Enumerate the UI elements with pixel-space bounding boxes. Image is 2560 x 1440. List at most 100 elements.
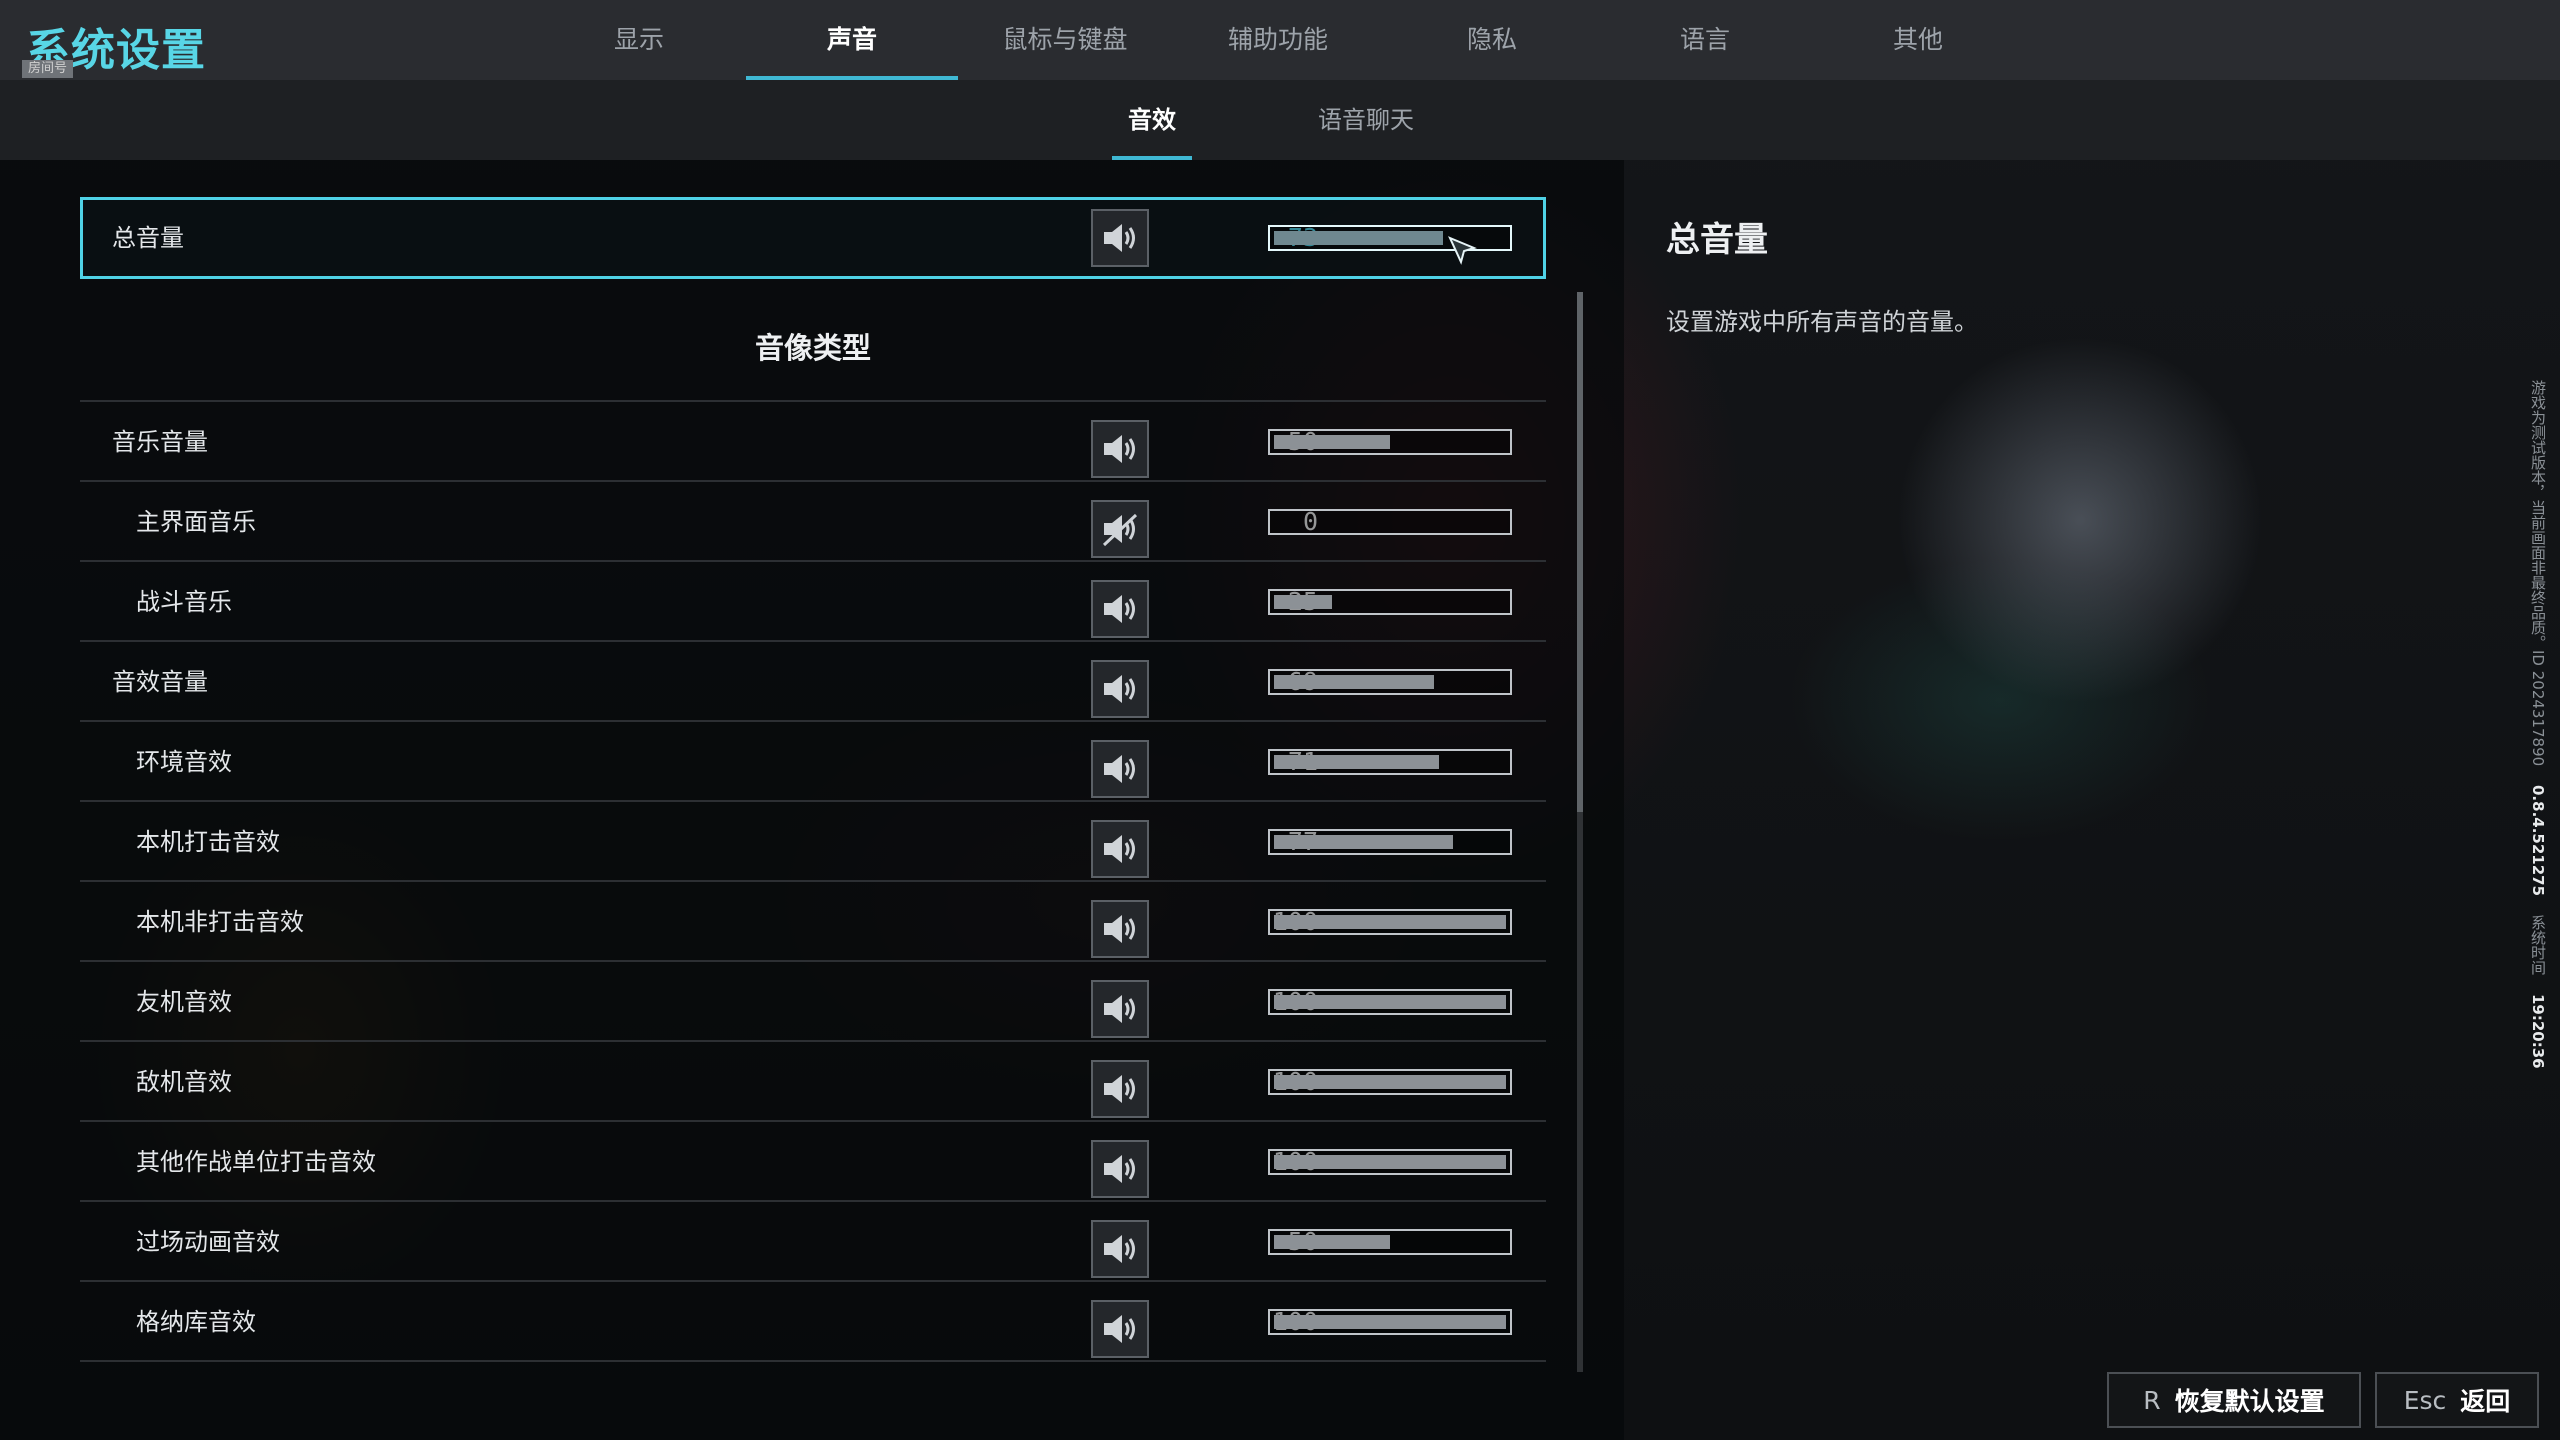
row-label: 音效音量 [112,668,208,696]
subtab-voice-chat[interactable]: 语音聊天 [1316,80,1416,160]
volume-slider[interactable] [1268,989,1512,1015]
row-label: 友机音效 [136,988,232,1016]
mute-toggle-button[interactable] [1091,1060,1149,1118]
scrollbar[interactable] [1577,292,1583,1372]
tab-language[interactable]: 语言 [1599,0,1811,80]
build-info: 游戏为测试版本，当前画面非最终品质。ID 2024317890 0.8.4.52… [2528,380,2548,1082]
tab-mouse-keyboard[interactable]: 鼠标与键盘 [959,0,1171,80]
row-label: 环境音效 [136,748,232,776]
slider-fill [1274,1075,1506,1089]
build-notice: 游戏为测试版本，当前画面非最终品质。ID 2024317890 [2529,380,2547,767]
volume-row[interactable]: 过场动画音效50 [80,1202,1546,1282]
speaker-icon [1104,915,1135,943]
slider-fill [1274,995,1506,1009]
speaker-icon [1104,675,1135,703]
volume-slider[interactable] [1268,749,1512,775]
button-label: 返回 [2460,1387,2511,1416]
speaker-icon [1104,1155,1135,1183]
mute-toggle-button[interactable] [1091,820,1149,878]
mute-toggle-button[interactable] [1091,980,1149,1038]
row-label: 本机打击音效 [136,828,280,856]
slider-fill [1274,1235,1390,1249]
master-volume-row[interactable]: 总音量 73 [80,197,1546,279]
mute-toggle-button[interactable] [1091,500,1149,558]
mute-toggle-button[interactable] [1091,660,1149,718]
tab-privacy[interactable]: 隐私 [1386,0,1598,80]
speaker-icon [1104,995,1135,1023]
slider-fill [1274,1315,1506,1329]
key-hint: Esc [2403,1385,2447,1415]
speaker-icon [1104,595,1135,623]
volume-slider[interactable] [1268,1309,1512,1335]
speaker-muted-icon [1102,513,1138,547]
row-label: 主界面音乐 [136,508,256,536]
volume-row[interactable]: 其他作战单位打击音效100 [80,1122,1546,1202]
back-button[interactable]: Esc 返回 [2375,1372,2539,1428]
volume-slider[interactable] [1268,1229,1512,1255]
mute-toggle-button[interactable] [1091,1220,1149,1278]
volume-row[interactable]: 本机非打击音效100 [80,882,1546,962]
volume-slider[interactable] [1268,1069,1512,1095]
tab-other[interactable]: 其他 [1812,0,2024,80]
sub-tab-bar: 音效 语音聊天 [0,80,2560,160]
volume-row[interactable]: 格纳库音效100 [80,1282,1546,1362]
slider-fill [1274,435,1390,449]
info-title: 总音量 [1666,220,1768,260]
button-label: 恢复默认设置 [2174,1387,2325,1416]
speaker-icon [1104,755,1135,783]
speaker-icon [1104,835,1135,863]
mute-toggle-button[interactable] [1091,580,1149,638]
row-label: 敌机音效 [136,1068,232,1096]
top-bar: 系统设置 显示 声音 鼠标与键盘 辅助功能 隐私 语言 其他 [0,0,2560,80]
mute-toggle-button[interactable] [1091,1140,1149,1198]
volume-row[interactable]: 音效音量69 [80,642,1546,722]
slider-fill [1274,675,1435,689]
mute-toggle-button[interactable] [1091,900,1149,958]
row-label: 其他作战单位打击音效 [136,1148,376,1176]
mute-toggle-button[interactable] [1091,1300,1149,1358]
speaker-icon [1104,1075,1135,1103]
volume-row[interactable]: 音乐音量50 [80,402,1546,482]
volume-row[interactable]: 战斗音乐25 [80,562,1546,642]
mute-toggle-button[interactable] [1091,740,1149,798]
tab-sound[interactable]: 声音 [746,0,958,80]
room-badge: 房间号 [22,60,74,78]
row-label: 过场动画音效 [136,1228,280,1256]
volume-slider[interactable] [1268,669,1512,695]
volume-slider[interactable] [1268,589,1512,615]
volume-slider[interactable] [1268,1149,1512,1175]
slider-fill [1274,595,1332,609]
speaker-icon [1104,1235,1135,1263]
volume-row[interactable]: 敌机音效100 [80,1042,1546,1122]
tab-accessibility[interactable]: 辅助功能 [1172,0,1384,80]
volume-row[interactable]: 主界面音乐 0 [80,482,1546,562]
slider-fill [1274,755,1439,769]
mute-toggle-button[interactable] [1091,420,1149,478]
volume-row[interactable]: 本机打击音效77 [80,802,1546,882]
volume-slider[interactable] [1268,509,1512,535]
info-description: 设置游戏中所有声音的音量。 [1666,308,1978,336]
volume-row[interactable]: 环境音效71 [80,722,1546,802]
speaker-icon [1104,1315,1135,1343]
slider-fill [1274,835,1453,849]
volume-slider[interactable] [1268,429,1512,455]
slider-fill [1274,915,1506,929]
key-hint: R [2143,1385,2161,1415]
system-time: 19:20:36 [2529,993,2547,1069]
volume-row[interactable]: 友机音效100 [80,962,1546,1042]
reset-defaults-button[interactable]: R 恢复默认设置 [2107,1372,2361,1428]
slider-fill [1274,231,1444,245]
scrollbar-thumb[interactable] [1577,292,1583,812]
mute-toggle-button[interactable] [1091,209,1149,267]
speaker-icon [1104,435,1135,463]
section-title: 音像类型 [754,331,871,365]
settings-list-panel: 总音量 73 音像类型 音乐音量50主界面音乐0战斗音乐25音效音量69环境音效… [0,160,1624,1440]
tab-display[interactable]: 显示 [533,0,745,80]
volume-slider[interactable] [1268,829,1512,855]
build-version: 0.8.4.521275 [2529,784,2547,896]
volume-slider[interactable] [1268,909,1512,935]
mouse-cursor-icon [1448,236,1477,265]
speaker-icon [1104,224,1135,252]
row-label: 战斗音乐 [136,588,232,616]
subtab-sound-effects[interactable]: 音效 [1112,80,1192,160]
